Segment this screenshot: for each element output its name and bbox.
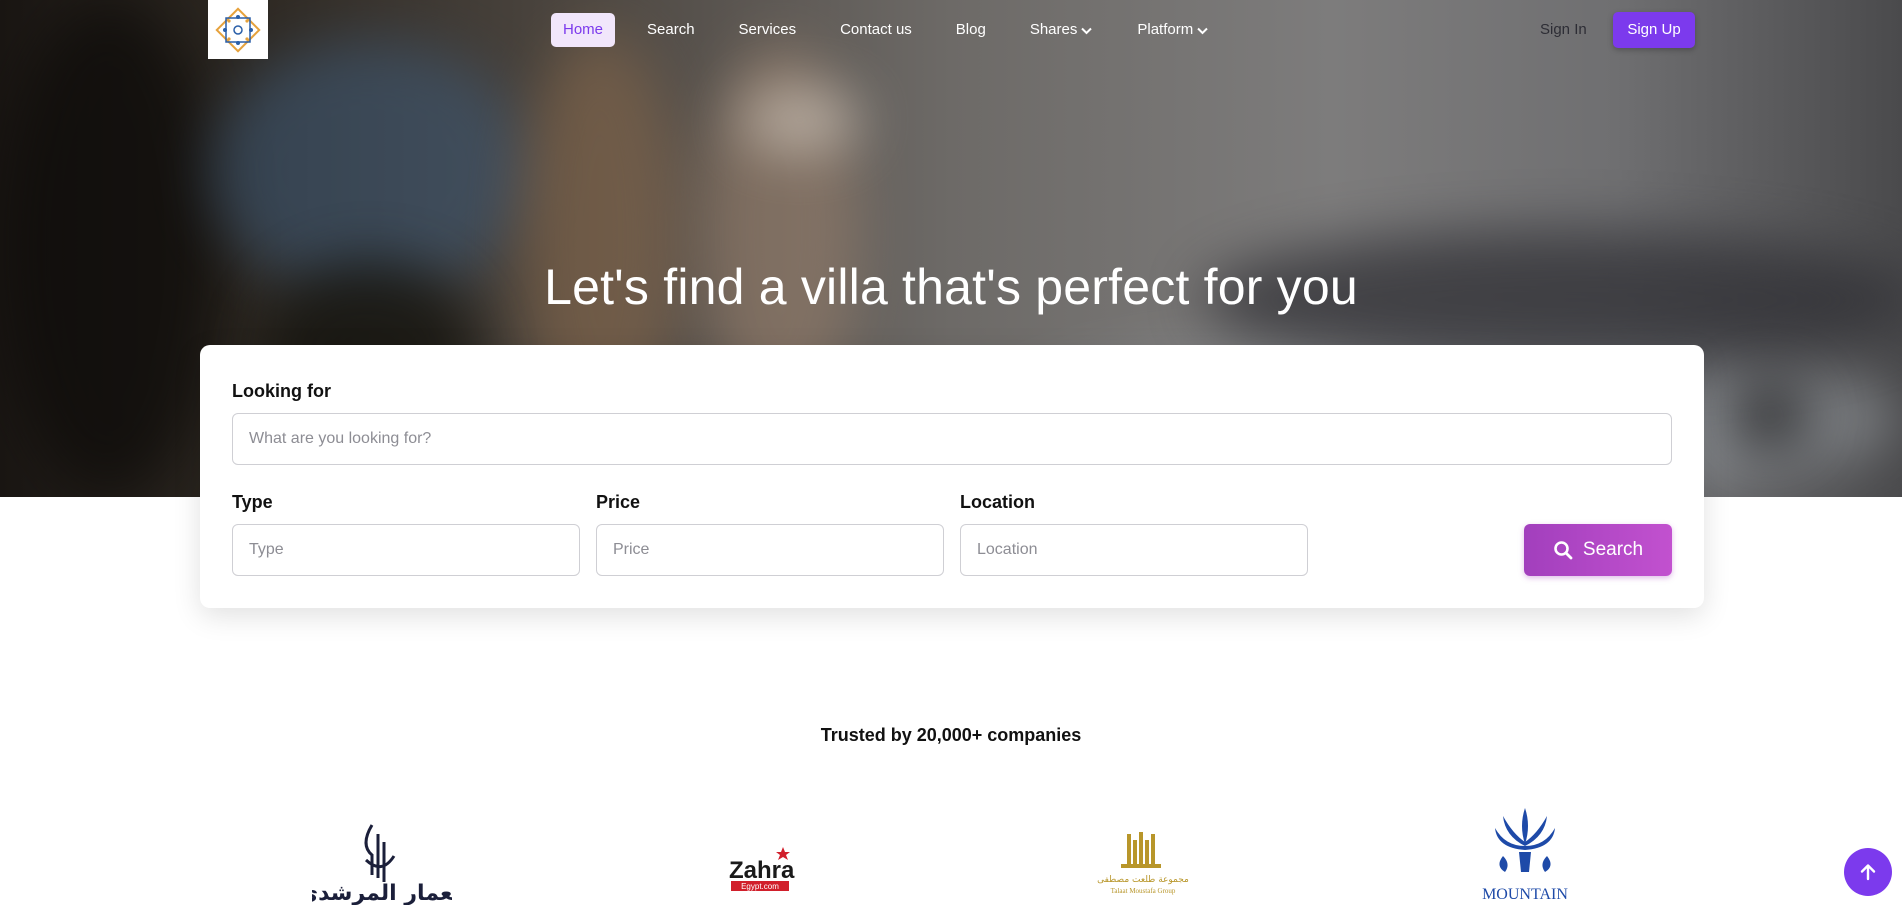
search-card: Looking for Type Price Location Search <box>200 345 1704 608</box>
nav-home[interactable]: Home <box>551 13 616 47</box>
arrow-up-icon <box>1860 864 1876 881</box>
type-label: Type <box>232 492 273 512</box>
search-icon <box>1554 541 1573 560</box>
tmg-name: مجموعة طلعت مصطفى <box>1097 875 1189 885</box>
nav-services-label: Services <box>738 21 797 38</box>
price-input[interactable] <box>596 524 944 576</box>
nav-contact-label: Contact us <box>840 21 912 38</box>
sign-up-button[interactable]: Sign Up <box>1613 12 1695 48</box>
zahra-logo: Zahra Egypt.com <box>725 845 795 900</box>
nav-platform-dropdown[interactable]: Platform <box>1125 13 1221 47</box>
search-button[interactable]: Search <box>1524 524 1672 576</box>
nav-search-label: Search <box>647 21 695 38</box>
nav-search[interactable]: Search <box>635 13 707 47</box>
location-label: Location <box>960 492 1035 512</box>
main-nav: Home Search Services Contact us Blog Sha… <box>551 13 1241 47</box>
chevron-down-icon <box>1081 27 1093 34</box>
zahra-subtext: Egypt.com <box>741 882 779 891</box>
memar-almorshedy-name: معمار المرشدى <box>312 881 452 905</box>
trusted-heading: Trusted by 20,000+ companies <box>820 725 1082 745</box>
zahra-name: Zahra <box>729 857 795 884</box>
tmg-subtext: Talaat Moustafa Group <box>1111 887 1176 895</box>
memar-almorshedy-logo: معمار المرشدى <box>298 820 466 905</box>
nav-shares-dropdown[interactable]: Shares <box>1018 13 1106 47</box>
price-label: Price <box>596 492 641 512</box>
looking-for-input[interactable] <box>232 413 1672 465</box>
nav-contact[interactable]: Contact us <box>828 13 924 47</box>
hero-title: Let's find a villa that's perfect for yo… <box>544 259 1358 315</box>
search-button-label: Search <box>1582 539 1644 560</box>
mountain-logo: MOUNTAIN <box>1475 806 1575 905</box>
nav-home-label: Home <box>563 21 604 38</box>
nav-blog[interactable]: Blog <box>944 13 998 47</box>
brand-logo[interactable] <box>208 0 268 59</box>
nav-shares-label: Shares <box>1029 21 1078 38</box>
mountain-name: MOUNTAIN <box>1482 886 1568 903</box>
nav-blog-label: Blog <box>955 21 986 38</box>
sign-in-link[interactable]: Sign In <box>1540 13 1587 47</box>
scroll-to-top-button[interactable] <box>1844 848 1892 896</box>
partner-logos: معمار المرشدى Zahra Egypt.com مجموعة طلع… <box>0 800 1902 905</box>
nav-services[interactable]: Services <box>727 13 809 47</box>
looking-for-label: Looking for <box>232 381 331 401</box>
type-input[interactable] <box>232 524 580 576</box>
chevron-down-icon <box>1197 27 1208 34</box>
nav-platform-label: Platform <box>1137 21 1194 38</box>
brand-logo-icon <box>215 6 261 53</box>
location-input[interactable] <box>960 524 1308 576</box>
tmg-logo: مجموعة طلعت مصطفى Talaat Moustafa Group <box>1093 830 1193 905</box>
